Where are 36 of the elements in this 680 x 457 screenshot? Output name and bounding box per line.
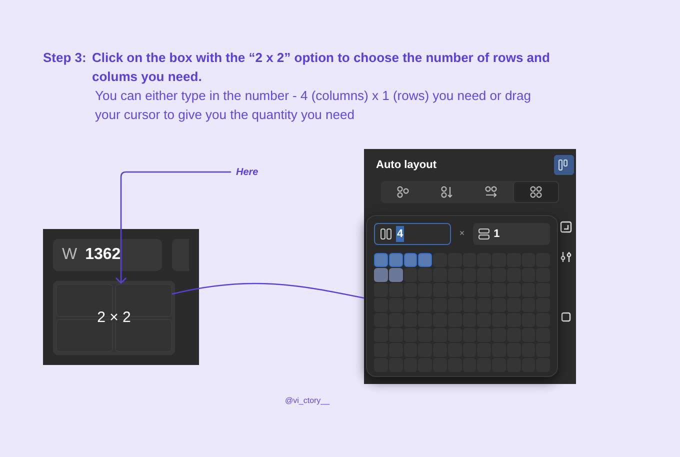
columns-field[interactable]: 4: [374, 223, 452, 245]
instruction-text: Click on the box with the “2 x 2” option to choose the number of rows and colums you need.: [92, 49, 551, 86]
sliders-icon[interactable]: [560, 251, 572, 263]
panel-title: Auto layout: [376, 158, 436, 173]
layout-toggle-icon[interactable]: [554, 155, 574, 175]
grid-cell[interactable]: [404, 283, 418, 297]
rows-icon: [478, 228, 490, 240]
grid-cell[interactable]: [418, 268, 432, 282]
width-field[interactable]: W 1362: [53, 239, 162, 271]
horizontal-layout-icon: [484, 185, 498, 199]
grid-size-button[interactable]: 2 × 2: [53, 281, 175, 355]
grid-cell[interactable]: [404, 268, 418, 282]
grid-cell[interactable]: [374, 283, 388, 297]
step-label: Step 3:: [43, 49, 88, 67]
grid-layout-icon: [529, 185, 543, 199]
grid-cell[interactable]: [418, 253, 432, 267]
frame-icon[interactable]: [560, 311, 572, 323]
grid-cell[interactable]: [388, 283, 402, 297]
grid-cell[interactable]: [404, 253, 418, 267]
grid-cell[interactable]: [433, 253, 447, 267]
width-value: 1362: [85, 245, 121, 265]
rows-field[interactable]: 1: [472, 223, 550, 245]
vertical-layout-icon: [440, 185, 454, 199]
resize-icon[interactable]: [560, 221, 572, 233]
columns-icon: [380, 228, 392, 240]
grid-cell[interactable]: [374, 268, 388, 282]
grid-cell[interactable]: [388, 253, 402, 267]
detail-text: You can either type in the number - 4 (columns) x 1 (rows) you need or drag your cursor to give you the quantity you need: [95, 87, 532, 124]
callout-label: Here: [236, 166, 258, 180]
layout-mode-tab[interactable]: [513, 181, 559, 203]
grid-cell[interactable]: [388, 268, 402, 282]
width-label: W: [62, 245, 78, 265]
times-sign: ×: [459, 227, 465, 240]
grid-cell[interactable]: [374, 253, 388, 267]
credit-text: @vi_ctory__: [285, 395, 330, 407]
layout-icon: [396, 185, 410, 199]
